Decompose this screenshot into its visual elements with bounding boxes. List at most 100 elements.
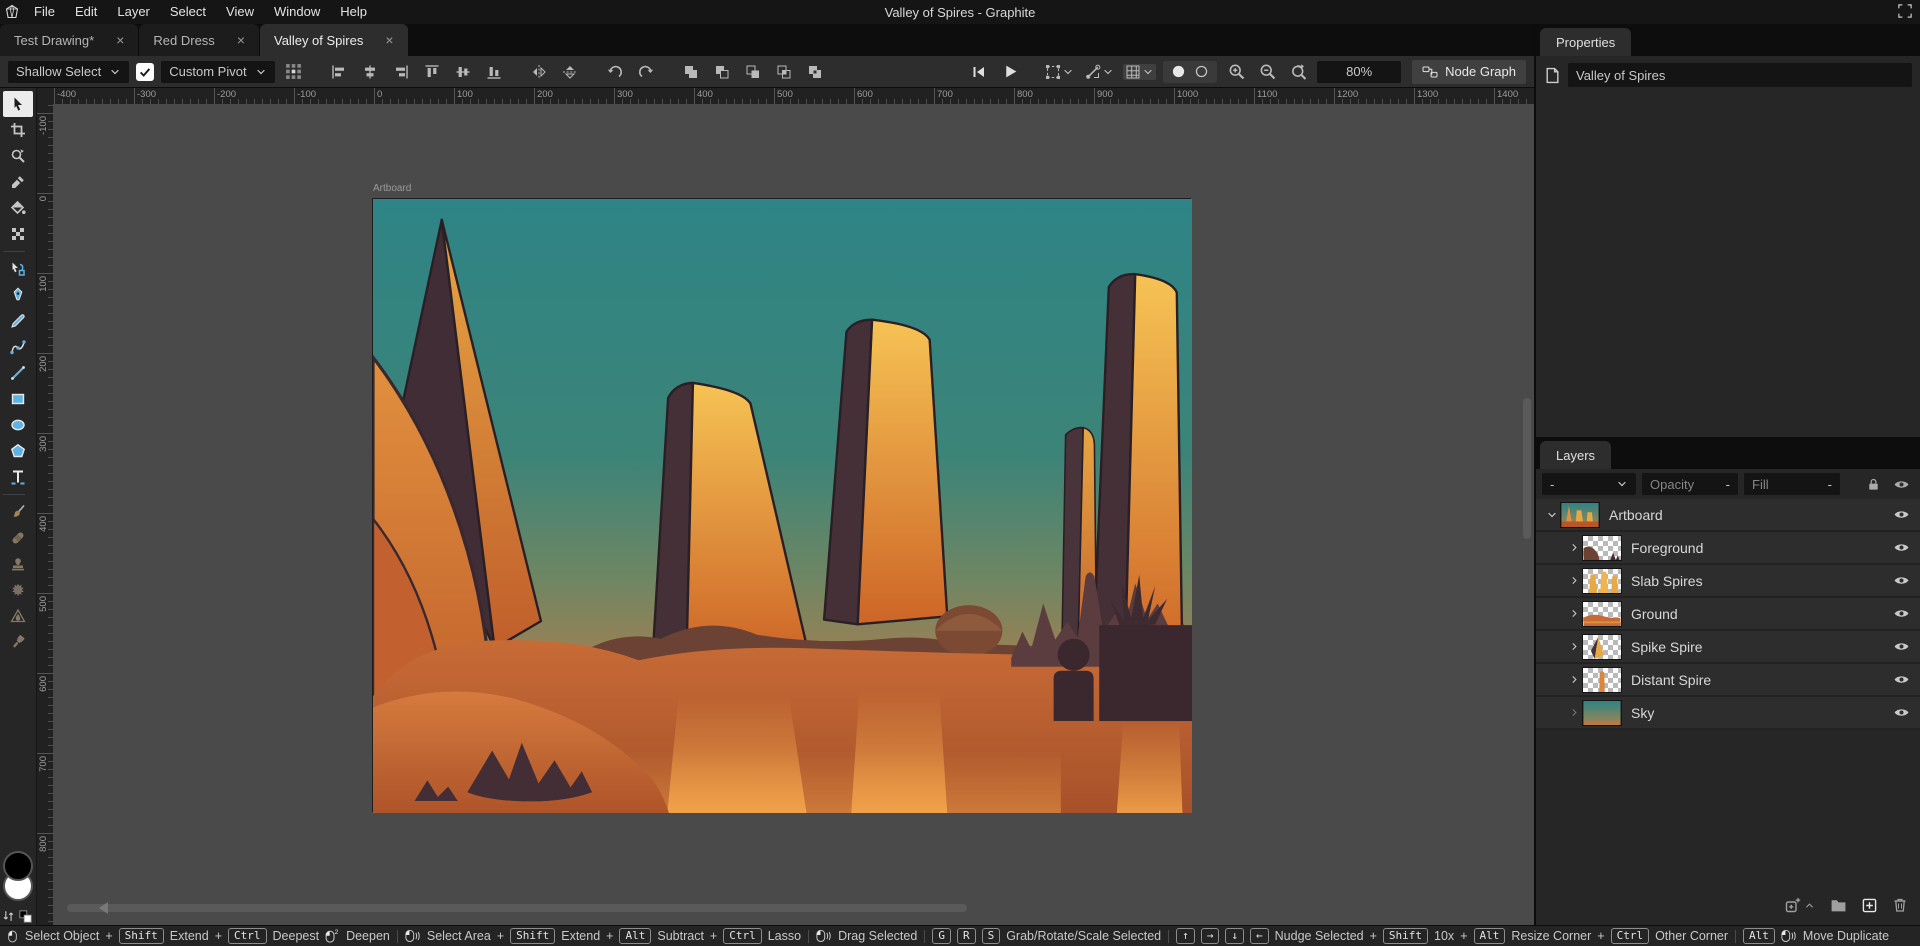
layer-visibility-eye-icon[interactable] (1893, 539, 1910, 556)
document-tab-1[interactable]: Test Drawing*× (0, 24, 138, 56)
menu-edit[interactable]: Edit (65, 0, 107, 24)
scroll-left-arrow[interactable] (99, 902, 108, 914)
tab-properties[interactable]: Properties (1540, 28, 1631, 56)
layer-row-artboard[interactable]: Artboard (1536, 499, 1920, 532)
layer-visibility-eye-icon[interactable] (1893, 638, 1910, 655)
chevron-down-icon[interactable] (1544, 509, 1560, 521)
layer-row-slab-spires[interactable]: Slab Spires (1536, 565, 1920, 598)
layer-row-ground[interactable]: Ground (1536, 598, 1920, 631)
chevron-right-icon[interactable] (1566, 707, 1582, 718)
boolean-difference-button[interactable] (803, 60, 827, 84)
pen-tool[interactable] (3, 282, 33, 308)
align-vertical-center-button[interactable] (451, 60, 475, 84)
play-button[interactable] (998, 60, 1022, 84)
new-layer-button[interactable] (1862, 898, 1877, 913)
text-tool[interactable] (3, 464, 33, 490)
document-tab-2[interactable]: Red Dress× (139, 24, 259, 56)
pivot-dropdown[interactable]: Custom Pivot (161, 61, 274, 83)
pivot-grid-widget[interactable] (282, 60, 306, 84)
layer-visibility-eye-icon[interactable] (1893, 671, 1910, 688)
layer-row-distant-spire[interactable]: Distant Spire (1536, 664, 1920, 697)
viewport-canvas[interactable]: -400-300-200-100010020030040050060070080… (37, 88, 1534, 925)
boolean-intersect-button[interactable] (772, 60, 796, 84)
horizontal-scrollbar-thumb[interactable] (67, 904, 967, 912)
flip-vertical-button[interactable] (558, 60, 582, 84)
boolean-subtract-front-button[interactable] (710, 60, 734, 84)
zoom-in-button[interactable] (1224, 60, 1248, 84)
line-tool[interactable] (3, 360, 33, 386)
menu-file[interactable]: File (24, 0, 65, 24)
lock-icon[interactable] (1866, 477, 1881, 492)
select-tool[interactable] (3, 91, 33, 117)
layer-row-sky[interactable]: Sky (1536, 697, 1920, 730)
skip-to-start-button[interactable] (967, 60, 991, 84)
tab-layers[interactable]: Layers (1540, 441, 1611, 469)
swap-colors-icon[interactable] (1, 909, 15, 923)
menu-help[interactable]: Help (330, 0, 377, 24)
path-tool[interactable] (3, 256, 33, 282)
zoom-out-button[interactable] (1255, 60, 1279, 84)
gradient-tool[interactable] (3, 221, 33, 247)
menu-view[interactable]: View (216, 0, 264, 24)
graphite-logo-icon[interactable] (0, 0, 24, 24)
selection-mode-dropdown[interactable]: Shallow Select (8, 61, 129, 83)
chevron-right-icon[interactable] (1566, 575, 1582, 586)
layer-row-foreground[interactable]: Foreground (1536, 532, 1920, 565)
chevron-right-icon[interactable] (1566, 542, 1582, 553)
clone-tool[interactable] (3, 551, 33, 577)
menu-select[interactable]: Select (160, 0, 216, 24)
menu-window[interactable]: Window (264, 0, 330, 24)
overlays-toggle[interactable] (1163, 61, 1217, 83)
eye-icon[interactable] (1893, 476, 1910, 493)
fullscreen-icon[interactable] (1898, 4, 1914, 20)
boolean-union-button[interactable] (679, 60, 703, 84)
blend-mode-dropdown[interactable]: - (1542, 473, 1636, 495)
heal-tool[interactable] (3, 525, 33, 551)
viewport-mode-dropdown[interactable] (1043, 64, 1076, 80)
align-horizontal-center-button[interactable] (358, 60, 382, 84)
delete-layer-button[interactable] (1892, 897, 1908, 913)
rectangle-tool[interactable] (3, 386, 33, 412)
boolean-subtract-back-button[interactable] (741, 60, 765, 84)
pivot-checkbox[interactable] (136, 63, 154, 81)
chevron-right-icon[interactable] (1566, 674, 1582, 685)
turn-cw-button[interactable] (634, 60, 658, 84)
tab-close-icon[interactable]: × (381, 31, 397, 49)
zoom-level-field[interactable]: 80% (1317, 61, 1401, 83)
fill-tool[interactable] (3, 195, 33, 221)
ellipse-tool[interactable] (3, 412, 33, 438)
menu-layer[interactable]: Layer (107, 0, 160, 24)
vertical-scrollbar-thumb[interactable] (1523, 398, 1531, 539)
relight-tool[interactable] (3, 629, 33, 655)
navigate-tool[interactable] (3, 143, 33, 169)
reset-colors-icon[interactable] (19, 910, 32, 923)
tab-close-icon[interactable]: × (112, 31, 128, 49)
align-top-button[interactable] (420, 60, 444, 84)
brush-tool[interactable] (3, 499, 33, 525)
align-bottom-button[interactable] (482, 60, 506, 84)
chevron-right-icon[interactable] (1566, 608, 1582, 619)
layer-row-spike-spire[interactable]: Spike Spire (1536, 631, 1920, 664)
fill-field[interactable]: Fill - (1744, 473, 1840, 495)
spline-tool[interactable] (3, 334, 33, 360)
zoom-reset-button[interactable] (1286, 60, 1310, 84)
detail-tool[interactable] (3, 603, 33, 629)
snapping-dropdown[interactable] (1083, 64, 1116, 80)
document-name-field[interactable]: Valley of Spires (1568, 63, 1912, 87)
document-tab-3[interactable]: Valley of Spires× (260, 24, 408, 56)
grid-dropdown[interactable] (1123, 64, 1156, 80)
opacity-field[interactable]: Opacity - (1642, 473, 1738, 495)
patch-tool[interactable] (3, 577, 33, 603)
tab-close-icon[interactable]: × (233, 31, 249, 49)
align-left-button[interactable] (327, 60, 351, 84)
layer-visibility-eye-icon[interactable] (1893, 506, 1910, 523)
chevron-right-icon[interactable] (1566, 641, 1582, 652)
fill-color-swatch[interactable] (3, 851, 33, 881)
freehand-tool[interactable] (3, 308, 33, 334)
flip-horizontal-button[interactable] (527, 60, 551, 84)
node-graph-button[interactable]: Node Graph (1412, 60, 1526, 84)
turn-ccw-button[interactable] (603, 60, 627, 84)
layer-visibility-eye-icon[interactable] (1893, 572, 1910, 589)
eyedropper-tool[interactable] (3, 169, 33, 195)
layer-visibility-eye-icon[interactable] (1893, 605, 1910, 622)
